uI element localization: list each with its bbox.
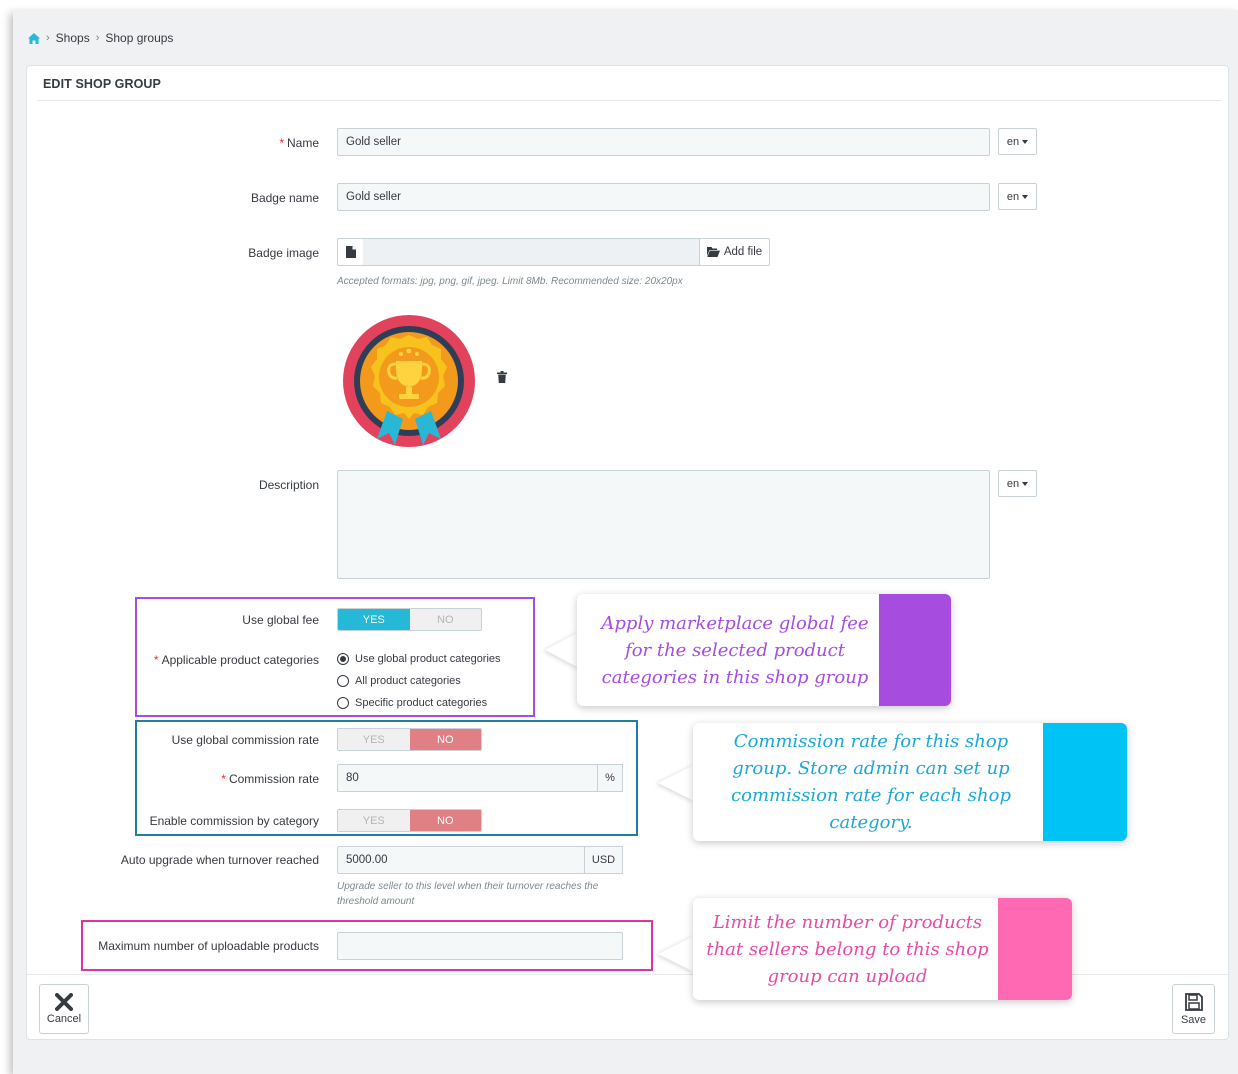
badge-name-lang-dropdown[interactable]: en [998, 183, 1037, 210]
close-icon [55, 993, 73, 1011]
name-input[interactable]: Gold seller [337, 128, 990, 156]
badge-preview-image [343, 315, 475, 447]
trash-icon[interactable] [497, 371, 507, 383]
required-marker: * [279, 136, 284, 150]
save-button[interactable]: Save [1172, 984, 1215, 1034]
callout-tail [658, 936, 694, 972]
callout-accent-bar [879, 594, 951, 706]
panel-title: EDIT SHOP GROUP [43, 77, 161, 91]
edit-shop-group-panel: EDIT SHOP GROUP * Name Gold seller en Bad… [26, 65, 1229, 1040]
chevron-right-icon: › [95, 32, 100, 44]
caret-down-icon [1022, 481, 1029, 486]
description-label: Description [258, 478, 319, 492]
divider [37, 100, 1222, 101]
highlight-box-limit [81, 920, 653, 971]
name-lang-dropdown[interactable]: en [998, 128, 1037, 155]
badge-name-label: Badge name [250, 191, 319, 205]
callout-commission-text: Commission rate for this shop group. Sto… [731, 731, 1011, 833]
breadcrumb: › Shops › Shop groups [28, 31, 173, 45]
add-file-button[interactable]: Add file [699, 238, 770, 266]
home-icon[interactable] [28, 32, 40, 44]
chevron-right-icon: › [46, 32, 50, 44]
auto-upgrade-help: Upgrade seller to this level when their … [337, 881, 599, 907]
cancel-button[interactable]: Cancel [39, 984, 89, 1034]
description-lang-dropdown[interactable]: en [998, 470, 1037, 497]
caret-down-icon [1022, 194, 1029, 199]
usd-addon: USD [584, 846, 623, 874]
file-icon-box [337, 238, 364, 266]
badge-name-input[interactable]: Gold seller [337, 183, 990, 211]
highlight-box-fee [135, 597, 535, 717]
highlight-box-commission [135, 720, 638, 836]
auto-upgrade-label: Auto upgrade when turnover reached [120, 853, 319, 867]
name-label: * Name [279, 136, 319, 150]
callout-fee: Apply marketplace global fee for the sel… [577, 594, 951, 706]
breadcrumb-item-shop-groups[interactable]: Shop groups [105, 31, 173, 45]
description-textarea[interactable] [337, 470, 990, 579]
callout-accent-bar [1043, 723, 1127, 841]
callout-limit-text: Limit the number of products that seller… [706, 911, 989, 987]
callout-fee-text: Apply marketplace global fee for the sel… [601, 612, 869, 688]
badge-image-file-input[interactable] [363, 238, 700, 266]
folder-open-icon [706, 247, 720, 257]
badge-image-label: Badge image [248, 246, 319, 260]
auto-upgrade-input[interactable]: 5000.00 [337, 846, 585, 874]
breadcrumb-item-shops[interactable]: Shops [56, 31, 90, 45]
save-icon [1184, 993, 1203, 1011]
caret-down-icon [1022, 139, 1029, 144]
callout-commission: Commission rate for this shop group. Sto… [693, 723, 1127, 841]
callout-tail [545, 632, 579, 668]
callout-tail [658, 765, 694, 801]
callout-accent-bar [998, 898, 1072, 1000]
file-icon [345, 246, 356, 258]
callout-limit: Limit the number of products that seller… [693, 898, 1072, 1000]
badge-image-help: Accepted formats: jpg, png, gif, jpeg. L… [337, 276, 683, 287]
